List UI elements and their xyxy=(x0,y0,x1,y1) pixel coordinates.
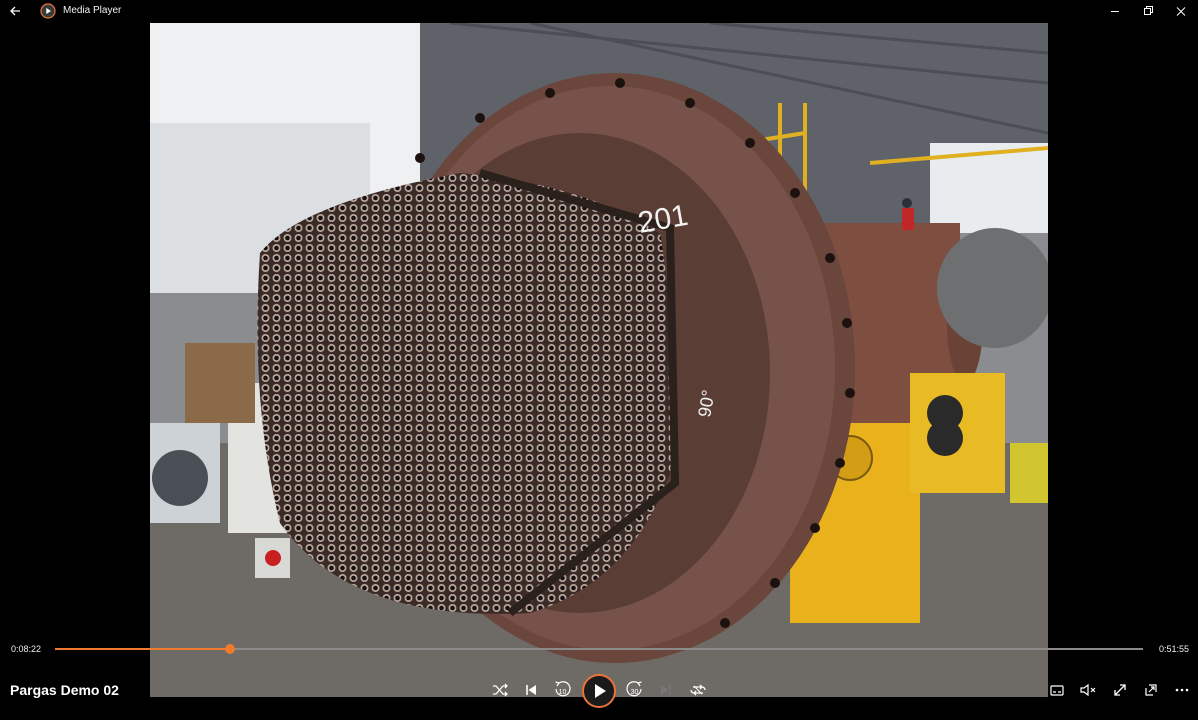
next-button[interactable] xyxy=(654,678,678,702)
skip-back-seconds: 10 xyxy=(559,689,567,696)
previous-button[interactable] xyxy=(519,678,543,702)
app-title: Media Player xyxy=(63,5,122,16)
repeat-icon xyxy=(690,684,706,696)
playback-control-bar: Pargas Demo 02 10 30 xyxy=(0,660,1198,720)
close-button[interactable] xyxy=(1166,0,1196,23)
skip-forward-button[interactable]: 30 xyxy=(623,678,647,702)
previous-icon xyxy=(526,685,536,695)
seek-bar-row: 0:08:22 0:51:55 xyxy=(0,638,1198,660)
seek-bar[interactable] xyxy=(55,644,1143,654)
maximize-icon xyxy=(1144,6,1153,15)
skip-back-icon: 10 xyxy=(555,681,571,697)
skip-forward-seconds: 30 xyxy=(631,689,639,696)
skip-back-button[interactable]: 10 xyxy=(550,678,574,702)
video-frame[interactable]: 201 90° xyxy=(150,23,1048,697)
back-arrow-icon xyxy=(10,6,20,16)
current-time: 0:08:22 xyxy=(11,644,42,654)
minimize-button[interactable] xyxy=(1100,0,1130,23)
volume-button[interactable] xyxy=(1076,678,1100,702)
title-bar: Media Player xyxy=(0,0,1198,23)
media-player-app-icon xyxy=(40,3,56,19)
back-button[interactable] xyxy=(6,2,26,20)
fullscreen-icon xyxy=(1114,684,1126,696)
volume-mute-icon xyxy=(1080,683,1096,697)
maximize-button[interactable] xyxy=(1133,0,1163,23)
video-frame-image: 201 90° xyxy=(150,23,1048,697)
mini-player-button[interactable] xyxy=(1139,678,1163,702)
shuffle-icon xyxy=(493,683,508,697)
seek-bar-thumb[interactable] xyxy=(225,644,236,654)
subtitles-icon xyxy=(1050,685,1064,696)
media-title: Pargas Demo 02 xyxy=(10,682,119,698)
shuffle-button[interactable] xyxy=(488,678,512,702)
total-time: 0:51:55 xyxy=(1159,644,1190,654)
more-options-button[interactable] xyxy=(1170,678,1194,702)
play-icon xyxy=(595,684,606,698)
mini-player-icon xyxy=(1145,684,1157,696)
seek-bar-progress xyxy=(55,648,231,650)
fullscreen-button[interactable] xyxy=(1108,678,1132,702)
skip-forward-icon: 30 xyxy=(626,681,642,697)
repeat-button[interactable] xyxy=(686,678,710,702)
next-icon xyxy=(661,685,671,695)
minimize-icon xyxy=(1111,11,1119,12)
close-icon xyxy=(1176,7,1186,16)
more-options-icon xyxy=(1175,688,1189,692)
play-button[interactable] xyxy=(582,674,616,708)
subtitles-button[interactable] xyxy=(1045,678,1069,702)
